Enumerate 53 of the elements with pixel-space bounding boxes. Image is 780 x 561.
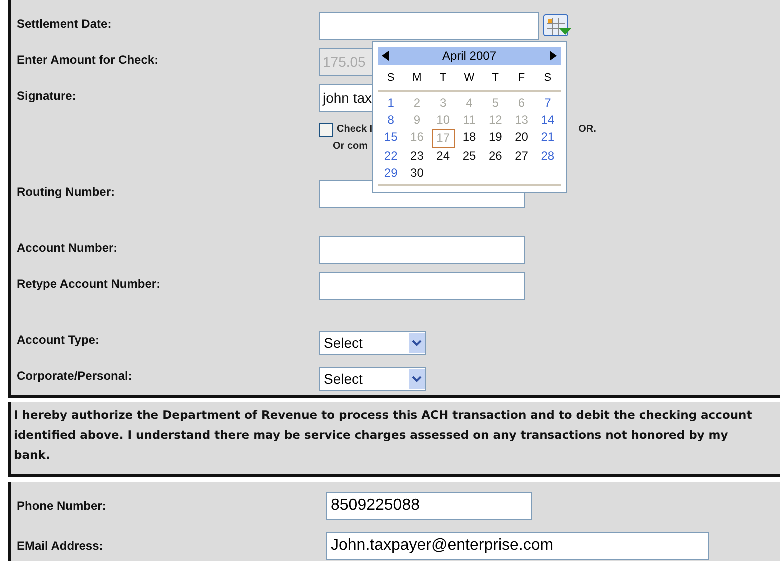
calendar-day[interactable]: 21 [537, 128, 559, 148]
field-label: Corporate/Personal: [17, 369, 132, 383]
calendar-day[interactable]: 24 [432, 148, 454, 164]
calendar-day[interactable]: 28 [537, 148, 559, 164]
note-text: Or com [333, 140, 368, 154]
field-label: Phone Number: [17, 499, 106, 513]
calendar-day[interactable]: 26 [484, 148, 506, 164]
text-field[interactable]: John.taxpayer@enterprise.com [326, 532, 709, 560]
select-dropdown[interactable]: Select [319, 367, 426, 391]
field-label: EMail Address: [17, 539, 104, 553]
calendar-day[interactable]: 7 [540, 94, 556, 112]
calendar-day[interactable]: 14 [537, 112, 559, 128]
select-dropdown[interactable]: Select [319, 331, 426, 355]
checkbox-label-end: OR. [578, 123, 596, 137]
weekday-label: W [463, 71, 476, 86]
weekday-label: M [412, 71, 423, 86]
field-label: Account Number: [17, 241, 118, 255]
field-label: Retype Account Number: [17, 277, 161, 291]
calendar-day[interactable]: 23 [406, 148, 428, 164]
month-title: April 2007 [442, 48, 497, 65]
field-label: Routing Number: [17, 185, 115, 199]
weekday-label: S [543, 71, 553, 86]
weekday-label: F [517, 71, 526, 86]
chevron-down-icon [409, 333, 425, 353]
field-label: Signature: [17, 89, 76, 103]
text-field[interactable]: 8509225088 [326, 492, 532, 520]
weekday-label: T [438, 71, 448, 86]
calendar-day[interactable]: 27 [511, 148, 532, 164]
date-field[interactable] [319, 12, 539, 40]
calendar-day[interactable]: 15 [380, 128, 402, 148]
checkbox[interactable] [319, 122, 333, 136]
checkbox-label: Check I [337, 123, 373, 137]
calendar-day[interactable]: 22 [380, 148, 402, 164]
calendar-day[interactable]: 19 [484, 128, 506, 148]
authorization-text: I hereby authorize the Department of Revenue to process this ACH transaction and to debit the checking account identified above. I understand there may be service charges assessed on any transactions not honored by my bank. [14, 407, 754, 464]
calendar-icon[interactable] [543, 14, 573, 38]
weekday-label: S [386, 71, 396, 86]
calendar-day[interactable]: 18 [458, 128, 480, 148]
field-label: Account Type: [17, 333, 100, 347]
calendar-day[interactable]: 8 [384, 112, 398, 128]
field-label: Enter Amount for Check: [17, 53, 159, 67]
next-month-icon[interactable] [550, 51, 557, 61]
text-field[interactable] [319, 236, 525, 264]
calendar-day[interactable]: 25 [458, 148, 480, 164]
text-field[interactable] [319, 272, 525, 300]
previous-month-icon[interactable] [382, 51, 389, 61]
weekday-label: T [491, 71, 500, 86]
calendar-day[interactable]: 29 [380, 164, 402, 182]
calendar-day[interactable]: 30 [406, 164, 428, 182]
calendar-day[interactable]: 1 [384, 94, 398, 112]
chevron-down-icon [409, 369, 425, 389]
calendar-day[interactable]: 20 [511, 128, 532, 148]
field-label: Settlement Date: [17, 17, 112, 31]
